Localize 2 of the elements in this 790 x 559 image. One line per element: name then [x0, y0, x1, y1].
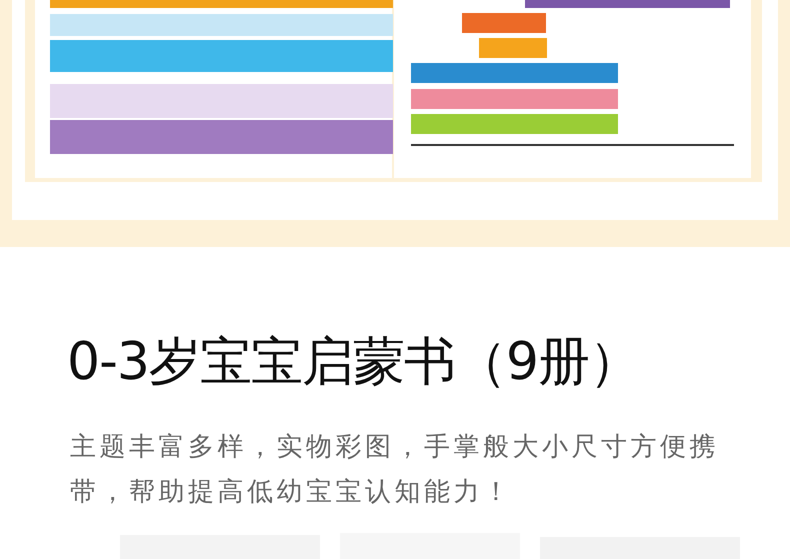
description-text: 主题丰富多样，实物彩图，手掌般大小尺寸方便携带，帮助提高低幼宝宝认知能力！	[70, 431, 720, 509]
section-title: 0-3岁宝宝启蒙书（9册）	[67, 331, 642, 394]
